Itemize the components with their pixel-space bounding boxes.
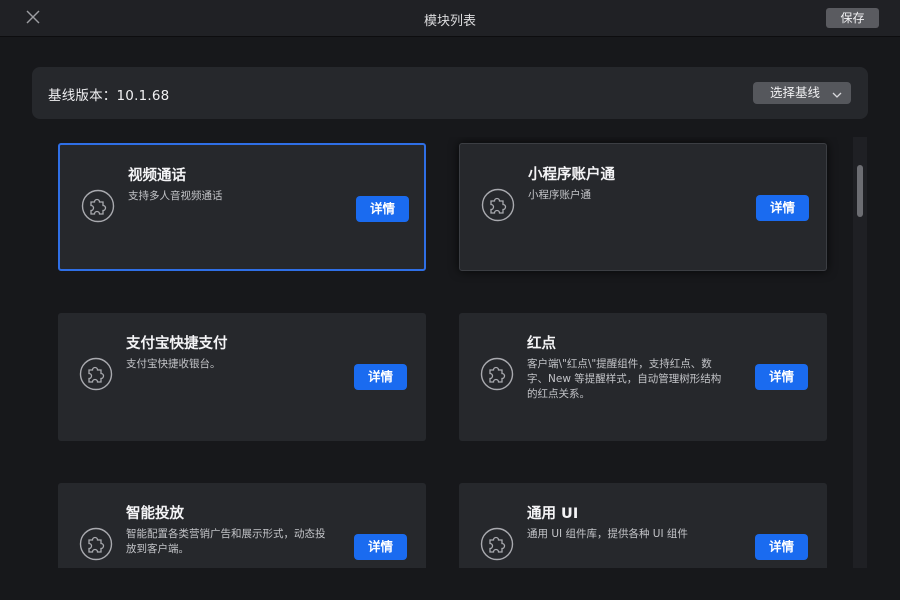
module-title: 视频通话 bbox=[128, 168, 186, 184]
baseline-header: 基线版本：10.1.68 选择基线 bbox=[32, 67, 868, 119]
detail-button[interactable]: 详情 bbox=[755, 534, 808, 560]
puzzle-icon bbox=[481, 188, 515, 222]
module-description: 小程序账户通 bbox=[528, 189, 591, 201]
puzzle-icon bbox=[79, 527, 113, 561]
select-baseline-dropdown[interactable]: 选择基线 bbox=[753, 82, 851, 104]
module-card-common-ui[interactable]: 通用 UI 通用 UI 组件库，提供各种 UI 组件 详情 bbox=[459, 483, 827, 568]
module-description: 客户端\"红点\"提醒组件，支持红点、数字、New 等提醒样式，自动管理树形结构… bbox=[527, 358, 722, 400]
puzzle-icon bbox=[480, 527, 514, 561]
detail-button[interactable]: 详情 bbox=[756, 195, 809, 221]
module-list-window: 模块列表 保存 基线版本：10.1.68 选择基线 视频通话 支持多人音视频通话 bbox=[0, 0, 900, 600]
detail-button[interactable]: 详情 bbox=[354, 364, 407, 390]
module-card-red-dot[interactable]: 红点 客户端\"红点\"提醒组件，支持红点、数字、New 等提醒样式，自动管理树… bbox=[459, 313, 827, 441]
puzzle-icon bbox=[79, 357, 113, 391]
puzzle-icon bbox=[480, 357, 514, 391]
module-title: 红点 bbox=[527, 336, 556, 352]
module-description: 支持多人音视频通话 bbox=[128, 190, 223, 202]
module-card-mini-program-account[interactable]: 小程序账户通 小程序账户通 详情 bbox=[459, 143, 827, 271]
module-description: 智能配置各类营销广告和展示形式，动态投放到客户端。 bbox=[126, 528, 326, 555]
scrollbar-thumb[interactable] bbox=[857, 165, 863, 217]
select-baseline-label: 选择基线 bbox=[770, 85, 821, 100]
detail-button[interactable]: 详情 bbox=[755, 364, 808, 390]
scrollbar[interactable] bbox=[853, 137, 867, 568]
module-card-smart-delivery[interactable]: 智能投放 智能配置各类营销广告和展示形式，动态投放到客户端。 详情 bbox=[58, 483, 426, 568]
window-title: 模块列表 bbox=[423, 14, 476, 29]
chevron-down-icon bbox=[831, 86, 843, 98]
module-card-video-call[interactable]: 视频通话 支持多人音视频通话 详情 bbox=[58, 143, 426, 271]
module-description: 通用 UI 组件库，提供各种 UI 组件 bbox=[527, 528, 688, 540]
title-bar: 模块列表 保存 bbox=[0, 0, 900, 37]
module-title: 支付宝快捷支付 bbox=[126, 336, 228, 352]
detail-button[interactable]: 详情 bbox=[354, 534, 407, 560]
baseline-version-label: 基线版本：10.1.68 bbox=[48, 88, 170, 104]
module-title: 小程序账户通 bbox=[528, 167, 615, 183]
module-title: 智能投放 bbox=[126, 506, 184, 522]
puzzle-icon bbox=[81, 189, 115, 223]
module-list: 视频通话 支持多人音视频通话 详情 小程序账户通 小程序账户通 详情 支付宝快捷… bbox=[32, 137, 868, 568]
save-button[interactable]: 保存 bbox=[826, 8, 879, 28]
module-description: 支付宝快捷收银台。 bbox=[126, 358, 221, 370]
module-title: 通用 UI bbox=[527, 506, 579, 522]
module-card-alipay-quick-pay[interactable]: 支付宝快捷支付 支付宝快捷收银台。 详情 bbox=[58, 313, 426, 441]
detail-button[interactable]: 详情 bbox=[356, 196, 409, 222]
